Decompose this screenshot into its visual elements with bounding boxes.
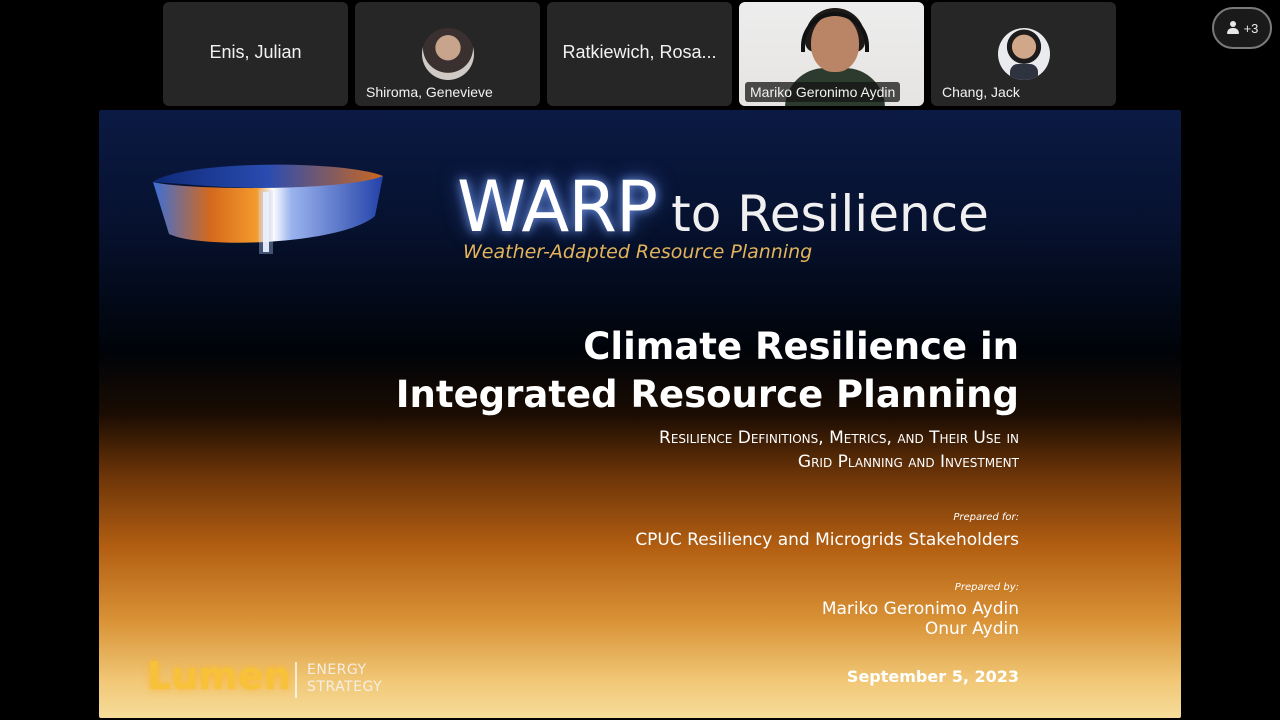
participant-tile-video[interactable]: Mariko Geronimo Aydin [739,2,924,106]
slide-subtitle: Resilience Definitions, Metrics, and The… [659,426,1019,474]
prepared-for-label: Prepared for: [953,512,1019,523]
participant-name: Chang, Jack [942,84,1020,100]
warp-word: WARP [457,166,658,248]
participant-tile-ratkiewich[interactable]: Ratkiewich, Rosa... [547,2,732,106]
shared-slide: WARP to Resilience Weather-Adapted Resour… [99,110,1181,718]
lumen-sub-line2: STRATEGY [307,679,383,695]
slide-title-line2: Integrated Resource Planning [395,373,1019,416]
warp-ring-logo [153,164,383,254]
lumen-sub-line1: ENERGY [307,662,367,678]
warp-rest: to Resilience [671,185,989,243]
avatar [997,28,1050,80]
slide-subtitle-line1: Resilience Definitions, Metrics, and The… [659,428,1019,448]
participant-name: Ratkiewich, Rosa... [562,42,717,62]
participant-name: Enis, Julian [209,42,302,62]
author-1: Mariko Geronimo Aydin [821,599,1019,619]
author-2: Onur Aydin [924,619,1019,639]
more-participants-count: +3 [1243,20,1259,36]
slide-subtitle-line2: Grid Planning and Investment [797,452,1019,472]
slide-date: September 5, 2023 [846,667,1019,686]
slide-title-line1: Climate Resilience in [583,325,1019,368]
slide-title: Climate Resilience in Integrated Resourc… [396,323,1019,419]
lumen-logo-subtitle: ENERGY STRATEGY [307,662,382,696]
person-icon [1226,21,1240,35]
avatar [421,28,474,80]
warp-logo-title: WARP to Resilience [457,166,989,248]
lumen-logo: Lumen [147,654,291,698]
prepared-for-value: CPUC Resiliency and Microgrids Stakehold… [635,530,1019,550]
logo-divider [295,662,297,698]
warp-subtitle: Weather-Adapted Resource Planning [463,241,813,263]
more-participants-button[interactable]: +3 [1212,7,1272,49]
participant-tile-shiroma[interactable]: Shiroma, Genevieve [355,2,540,106]
participant-name: Shiroma, Genevieve [366,84,493,100]
prepared-by-label: Prepared by: [954,582,1019,593]
participant-tile-enis[interactable]: Enis, Julian [163,2,348,106]
participant-tile-chang[interactable]: Chang, Jack [931,2,1116,106]
participant-name: Mariko Geronimo Aydin [745,82,901,102]
